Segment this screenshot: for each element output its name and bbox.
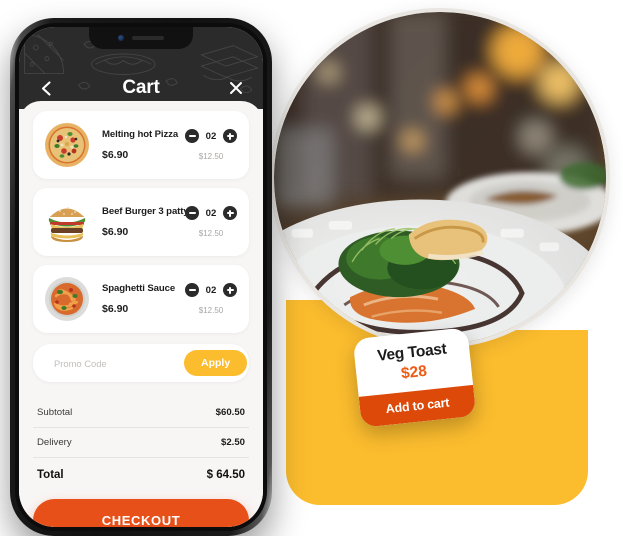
decrease-quantity-button[interactable] <box>185 283 199 297</box>
item-thumbnail-burger <box>42 197 92 247</box>
page-title: Cart <box>122 77 160 98</box>
close-icon <box>230 82 242 94</box>
restaurant-dish-photo <box>274 12 606 344</box>
promo-code-row[interactable]: Apply <box>33 344 249 382</box>
item-thumbnail-spaghetti <box>42 274 92 324</box>
quantity-value: 02 <box>205 130 217 142</box>
item-original-price: $12.50 <box>198 152 224 161</box>
item-price: $6.90 <box>102 226 129 238</box>
dish-photo-circle <box>270 8 610 348</box>
summary-label: Subtotal <box>37 407 73 418</box>
earpiece-speaker <box>132 36 164 40</box>
item-original-price: $12.50 <box>198 229 224 238</box>
pizza-image <box>45 123 89 167</box>
summary-label: Delivery <box>37 437 72 448</box>
close-button[interactable] <box>225 77 247 99</box>
back-button[interactable] <box>35 77 57 99</box>
order-summary: Subtotal $60.50 Delivery $2.50 Total $ 6… <box>33 398 249 490</box>
item-name: Melting hot Pizza <box>102 129 179 140</box>
decrease-quantity-button[interactable] <box>185 129 199 143</box>
summary-row-subtotal: Subtotal $60.50 <box>33 398 249 428</box>
increase-quantity-button[interactable] <box>223 129 237 143</box>
summary-row-total: Total $ 64.50 <box>33 458 249 490</box>
hero-composition: Veg Toast $28 Add to cart <box>262 0 623 536</box>
product-card[interactable]: Veg Toast $28 Add to cart <box>352 327 477 428</box>
quantity-value: 02 <box>205 207 217 219</box>
phone-mockup: Cart Melting hot Pizza $6.90 02 $12.50 B… <box>10 18 272 536</box>
increase-quantity-button[interactable] <box>223 206 237 220</box>
summary-value: $60.50 <box>215 407 245 418</box>
item-name: Beef Burger 3 patty <box>102 206 189 217</box>
phone-notch <box>89 27 193 49</box>
item-price: $6.90 <box>102 149 129 161</box>
total-label: Total <box>37 469 64 481</box>
front-camera-icon <box>118 35 124 41</box>
increase-quantity-button[interactable] <box>223 283 237 297</box>
item-price: $6.90 <box>102 303 129 315</box>
item-thumbnail-pizza <box>42 120 92 170</box>
quantity-stepper[interactable]: 02 <box>185 283 237 297</box>
cart-item-row[interactable]: Beef Burger 3 patty $6.90 02 $12.50 <box>33 188 249 256</box>
quantity-value: 02 <box>205 284 217 296</box>
item-original-price: $12.50 <box>198 306 224 315</box>
promo-code-input[interactable] <box>54 357 175 369</box>
cart-item-row[interactable]: Spaghetti Sauce $6.90 02 $12.50 <box>33 265 249 333</box>
cart-item-row[interactable]: Melting hot Pizza $6.90 02 $12.50 <box>33 111 249 179</box>
quantity-stepper[interactable]: 02 <box>185 129 237 143</box>
summary-value: $2.50 <box>220 437 245 448</box>
phone-screen: Cart Melting hot Pizza $6.90 02 $12.50 B… <box>19 27 263 527</box>
chevron-left-icon <box>41 80 51 96</box>
screenshot-root: Veg Toast $28 Add to cart Cart Melting h… <box>0 0 623 536</box>
summary-row-delivery: Delivery $2.50 <box>33 428 249 458</box>
checkout-button[interactable]: CHECKOUT <box>33 499 249 527</box>
cart-sheet: Melting hot Pizza $6.90 02 $12.50 Beef B… <box>19 101 263 527</box>
total-value: $ 64.50 <box>206 469 245 481</box>
apply-promo-button[interactable]: Apply <box>184 350 248 376</box>
spaghetti-image <box>45 277 89 321</box>
burger-image <box>48 207 86 242</box>
quantity-stepper[interactable]: 02 <box>185 206 237 220</box>
item-name: Spaghetti Sauce <box>102 283 176 294</box>
decrease-quantity-button[interactable] <box>185 206 199 220</box>
